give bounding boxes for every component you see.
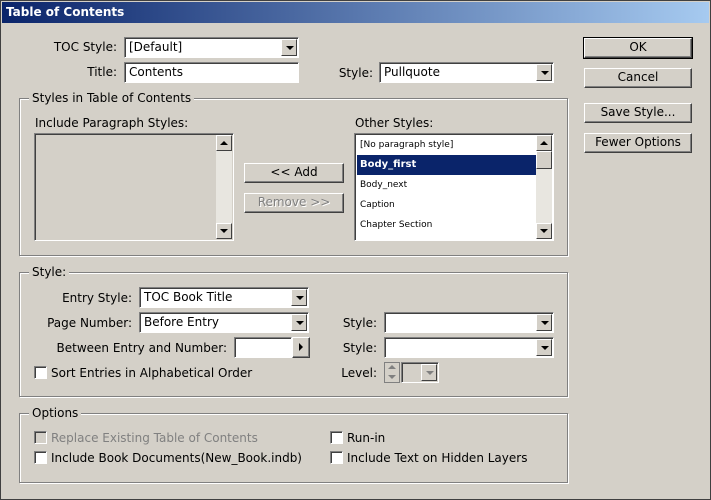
special-character-menu-button[interactable] — [292, 337, 310, 358]
chevron-down-icon[interactable] — [536, 339, 552, 356]
sort-alphabetical-checkbox[interactable] — [34, 366, 47, 379]
level-stepper[interactable] — [384, 362, 400, 383]
options-group-title: Options — [29, 406, 82, 420]
page-number-style-select[interactable] — [384, 312, 554, 333]
list-item[interactable]: Caption — [357, 195, 537, 215]
ok-button[interactable]: OK — [583, 37, 693, 59]
chevron-down-icon[interactable] — [421, 364, 437, 381]
title-bar: Table of Contents — [2, 2, 709, 23]
list-item[interactable]: Body_first — [357, 155, 537, 175]
options-group — [19, 413, 568, 483]
scroll-up-icon[interactable] — [216, 135, 232, 151]
include-paragraph-styles-label: Include Paragraph Styles: — [35, 116, 189, 130]
level-select[interactable] — [401, 362, 439, 383]
chevron-down-icon[interactable] — [291, 289, 307, 306]
other-styles-list[interactable]: [No paragraph style] Body_first Body_nex… — [354, 133, 554, 241]
scrollbar[interactable] — [536, 135, 552, 239]
hidden-layers-label: Include Text on Hidden Layers — [347, 451, 528, 465]
run-in-label: Run-in — [347, 431, 386, 445]
entry-style-select[interactable]: TOC Book Title — [139, 287, 309, 308]
between-entry-number-input[interactable] — [234, 337, 292, 358]
hidden-layers-checkbox[interactable] — [330, 451, 343, 464]
page-number-label: Page Number: — [47, 316, 132, 330]
chevron-right-icon — [299, 343, 303, 351]
stepper-up-icon[interactable] — [388, 365, 396, 369]
chevron-down-icon[interactable] — [536, 64, 552, 81]
fewer-options-button[interactable]: Fewer Options — [584, 133, 692, 153]
other-styles-label: Other Styles: — [355, 116, 434, 130]
title-style-value: Pullquote — [384, 65, 440, 79]
between-style-select[interactable] — [384, 337, 554, 358]
run-in-checkbox[interactable] — [330, 431, 343, 444]
level-label: Level: — [341, 366, 377, 380]
list-item[interactable]: Body_next — [357, 175, 537, 195]
title-style-label: Style: — [338, 66, 373, 80]
scrollbar-thumb[interactable] — [536, 151, 552, 169]
entry-style-value: TOC Book Title — [144, 290, 233, 304]
title-label: Title: — [87, 65, 117, 79]
chevron-down-icon[interactable] — [536, 314, 552, 331]
scroll-up-icon[interactable] — [536, 135, 552, 151]
between-entry-number-label: Between Entry and Number: — [56, 341, 228, 355]
scrollbar[interactable] — [216, 135, 232, 239]
page-number-value: Before Entry — [144, 315, 219, 329]
scroll-down-icon[interactable] — [216, 223, 232, 239]
cancel-button[interactable]: Cancel — [584, 68, 692, 88]
list-item[interactable]: Chapter Section — [357, 215, 537, 235]
replace-existing-checkbox[interactable] — [34, 431, 47, 444]
between-style-label: Style: — [342, 341, 377, 355]
styles-in-toc-title: Styles in Table of Contents — [29, 91, 195, 105]
toc-style-label: TOC Style: — [53, 40, 117, 54]
chevron-down-icon[interactable] — [281, 39, 297, 56]
include-book-documents-checkbox[interactable] — [34, 451, 47, 464]
toc-style-select[interactable]: [Default] — [124, 37, 299, 58]
include-book-documents-label: Include Book Documents(New_Book.indb) — [51, 451, 302, 465]
list-item[interactable]: [No paragraph style] — [357, 135, 537, 155]
include-paragraph-styles-list[interactable] — [34, 133, 234, 241]
page-number-select[interactable]: Before Entry — [139, 312, 309, 333]
scroll-down-icon[interactable] — [536, 223, 552, 239]
chevron-down-icon[interactable] — [291, 314, 307, 331]
page-number-style-label: Style: — [342, 316, 377, 330]
style-group-title: Style: — [29, 265, 70, 279]
sort-alphabetical-label: Sort Entries in Alphabetical Order — [51, 366, 253, 380]
entry-style-label: Entry Style: — [62, 291, 132, 305]
toc-style-value: [Default] — [129, 40, 183, 54]
stepper-down-icon[interactable] — [388, 375, 396, 379]
replace-existing-label: Replace Existing Table of Contents — [51, 431, 258, 445]
title-input[interactable]: Contents — [124, 62, 299, 83]
title-style-select[interactable]: Pullquote — [379, 62, 554, 83]
remove-button[interactable]: Remove >> — [244, 193, 344, 213]
save-style-button[interactable]: Save Style... — [584, 103, 692, 123]
toc-dialog: Table of Contents OK Cancel Save Style..… — [0, 0, 711, 500]
add-button[interactable]: << Add — [244, 163, 344, 183]
